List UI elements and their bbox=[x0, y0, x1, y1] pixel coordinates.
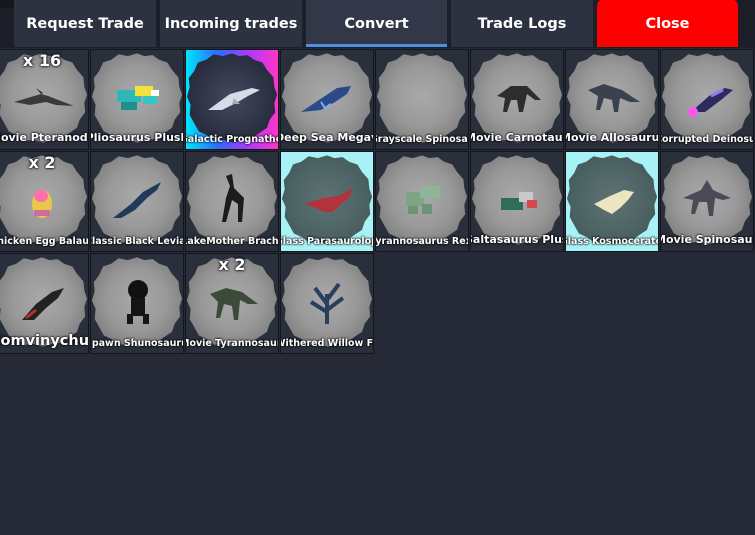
item-label: Galactic Prognathodon bbox=[186, 134, 278, 145]
item-deep-sea-megavore[interactable]: Deep Sea Megavore bbox=[280, 49, 374, 150]
tab-incoming-trades[interactable]: Incoming trades bbox=[160, 0, 302, 47]
item-rakemother-brachiosaurus[interactable]: RakeMother Brachiosaurus bbox=[185, 151, 279, 252]
item-label: Movie Carnotaurus bbox=[471, 131, 563, 144]
item-classic-black-leviathan[interactable]: Classic Black Leviathan bbox=[90, 151, 184, 252]
item-withered-willow-futalognkosaurus[interactable]: Withered Willow Futalognkosaurus bbox=[280, 253, 374, 354]
close-button[interactable]: Close bbox=[597, 0, 738, 47]
item-movie-carnotaurus[interactable]: Movie Carnotaurus bbox=[470, 49, 564, 150]
item-label: Pliosaurus Plush bbox=[90, 131, 184, 144]
item-label: Movie Pteranodon bbox=[0, 131, 88, 144]
item-corrupted-deinosuchus[interactable]: Corrupted Deinosuchus bbox=[660, 49, 754, 150]
item-label: Spawn Shunosaurus bbox=[91, 338, 183, 349]
item-label: Tyrannosaurus Rex Plush bbox=[375, 236, 468, 247]
item-label: RakeMother Brachiosaurus bbox=[185, 236, 279, 247]
item-label: Chicken Egg Balaur bbox=[0, 236, 89, 247]
item-label: Classic Black Leviathan bbox=[91, 236, 183, 247]
item-galactic-prognathodon[interactable]: Galactic Prognathodon bbox=[185, 49, 279, 150]
item-label: Movie Spinosaurus bbox=[661, 233, 753, 246]
item-movie-pteranodon[interactable]: x 16 Movie Pteranodon bbox=[0, 49, 89, 150]
tab-bar: Request Trade Incoming trades Convert Tr… bbox=[0, 0, 755, 48]
item-label: Zomvinychus bbox=[0, 333, 89, 349]
item-label: Withered Willow Futalognkosaurus bbox=[281, 338, 373, 349]
quantity-badge: x 2 bbox=[28, 153, 56, 172]
item-movie-tyrannosaurus-rex[interactable]: x 2 Movie Tyrannosaurus Rex bbox=[185, 253, 279, 354]
item-label: Grayscale Spinosaurus bbox=[375, 134, 468, 145]
item-glass-kosmoceratops[interactable]: Glass Kosmoceratops bbox=[565, 151, 659, 252]
item-label: Glass Kosmoceratops bbox=[566, 236, 658, 247]
item-movie-allosaurus[interactable]: Movie Allosaurus bbox=[565, 49, 659, 150]
item-label: Movie Allosaurus bbox=[566, 131, 659, 144]
item-pliosaurus-plush[interactable]: Pliosaurus Plush bbox=[90, 49, 184, 150]
item-label: Glass Parasaurolophus bbox=[281, 236, 373, 247]
tab-convert[interactable]: Convert bbox=[306, 0, 447, 47]
item-zomvinychus[interactable]: Zomvinychus bbox=[0, 253, 89, 354]
item-label: Deep Sea Megavore bbox=[281, 131, 373, 144]
item-spawn-shunosaurus[interactable]: Spawn Shunosaurus bbox=[90, 253, 184, 354]
item-glass-parasaurolophus[interactable]: Glass Parasaurolophus bbox=[280, 151, 374, 252]
item-grayscale-spinosaurus[interactable]: Grayscale Spinosaurus bbox=[375, 49, 469, 150]
item-label: Corrupted Deinosuchus bbox=[660, 134, 753, 145]
tab-request-trade[interactable]: Request Trade bbox=[14, 0, 156, 47]
item-saltasaurus-plush[interactable]: Saltasaurus Plush bbox=[470, 151, 564, 252]
item-label: Saltasaurus Plush bbox=[470, 233, 563, 246]
item-label: Movie Tyrannosaurus Rex bbox=[186, 338, 278, 349]
tab-trade-logs[interactable]: Trade Logs bbox=[451, 0, 593, 47]
item-chicken-egg-balaur[interactable]: x 2 Chicken Egg Balaur bbox=[0, 151, 89, 252]
item-movie-spinosaurus[interactable]: Movie Spinosaurus bbox=[660, 151, 754, 252]
item-tyrannosaurus-rex-plush[interactable]: Tyrannosaurus Rex Plush bbox=[375, 151, 469, 252]
quantity-badge: x 16 bbox=[22, 51, 62, 70]
quantity-badge: x 2 bbox=[218, 255, 246, 274]
